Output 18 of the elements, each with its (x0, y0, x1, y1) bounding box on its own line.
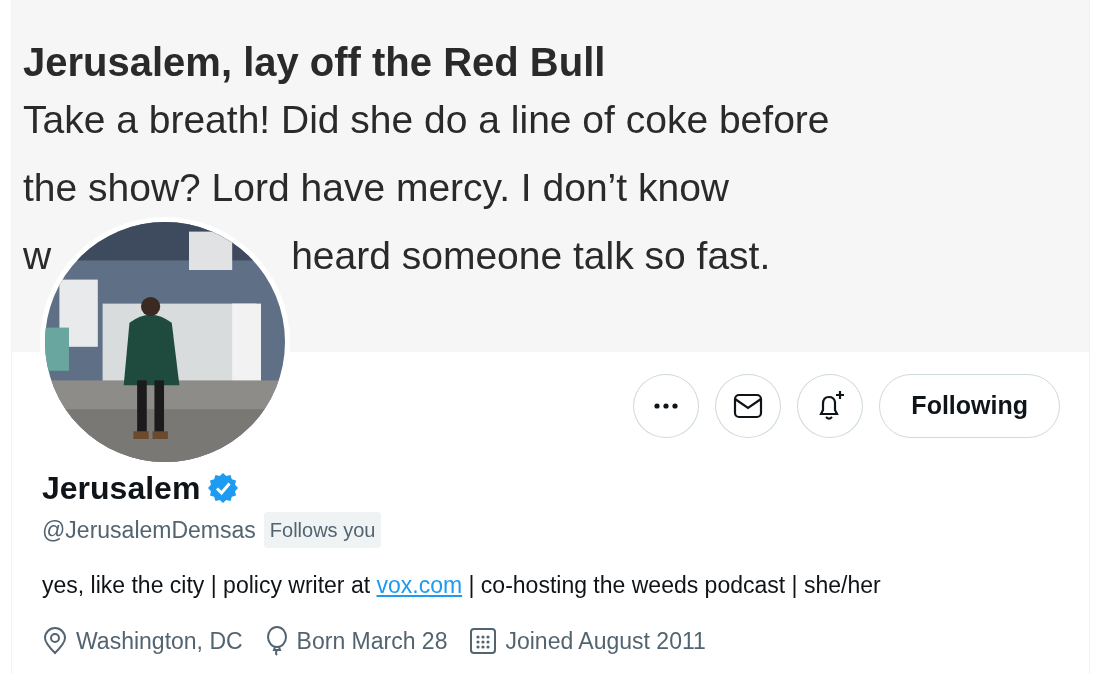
join-date-text: Joined August 2011 (505, 627, 706, 656)
bio-text: yes, like the city | policy writer at vox.com | co-hosting the weeds podcast | she/her (42, 571, 882, 600)
profile-name: Jerusalem (42, 469, 201, 508)
balloon-icon (264, 626, 289, 657)
location-pin-icon (42, 627, 68, 656)
more-icon (654, 403, 679, 409)
birthday-text: Born March 28 (296, 627, 448, 656)
location-text: Washington, DC (76, 627, 243, 656)
banner-text: Take a breath! Did she do a line of coke before (23, 98, 830, 141)
banner-text: w (23, 234, 52, 277)
following-button[interactable]: Following (879, 374, 1060, 438)
banner-text: the show? Lord have mercy. I don’t know (23, 166, 729, 209)
banner-text: heard someone talk so fast. (291, 234, 771, 277)
profile-handle: @JerusalemDemsas (42, 515, 256, 545)
calendar-icon (469, 627, 498, 656)
follows-you-label: Follows you (263, 512, 382, 548)
envelope-icon (733, 393, 764, 419)
banner-heading: Jerusalem, lay off the Red Bull (23, 39, 607, 86)
